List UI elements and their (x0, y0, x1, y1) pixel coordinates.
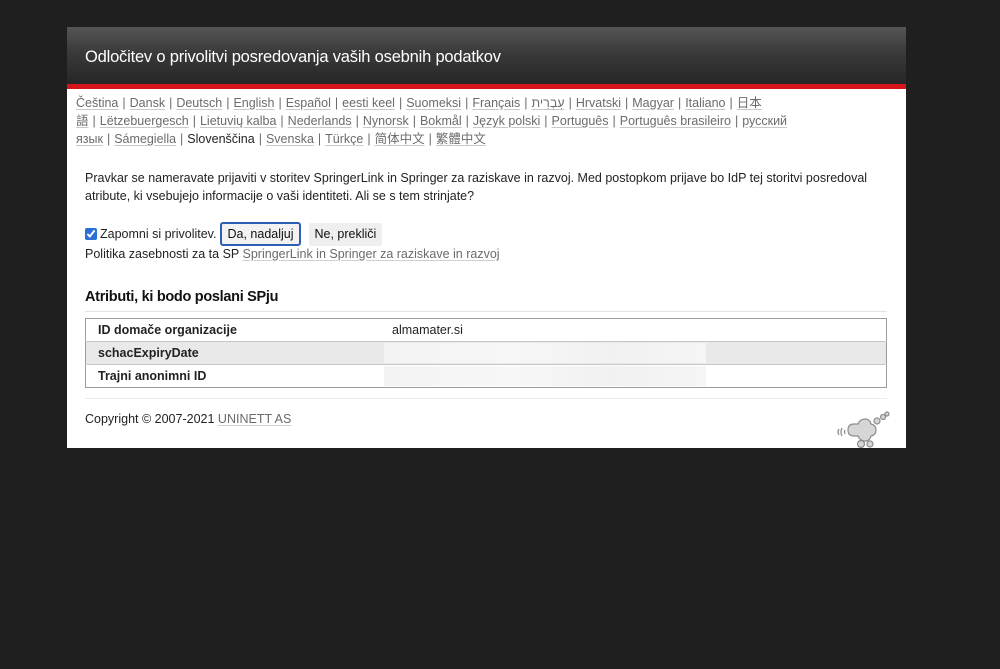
attribute-value (380, 365, 887, 388)
attribute-value (380, 342, 887, 365)
language-link: Slovenščina (187, 132, 255, 146)
language-separator: | (524, 96, 528, 110)
language-link[interactable]: 简体中文 (375, 132, 425, 146)
language-separator: | (428, 132, 432, 146)
language-separator: | (280, 114, 284, 128)
language-separator: | (106, 132, 111, 146)
attribute-name: schacExpiryDate (98, 346, 199, 360)
language-separator: | (92, 114, 96, 128)
language-separator: | (355, 114, 359, 128)
language-link[interactable]: Bokmål (420, 114, 462, 128)
consent-controls: Zapomni si privolitev. Da, nadaljuj Ne, … (85, 222, 383, 246)
attributes-table: ID domače organizacije almamater.si scha… (85, 318, 887, 388)
page-title: Odločitev o privolitvi posredovanja vaši… (85, 48, 501, 66)
language-link[interactable]: Nynorsk (363, 114, 409, 128)
language-separator: | (568, 96, 572, 110)
consent-card: Odločitev o privolitvi posredovanja vaši… (67, 27, 906, 449)
language-separator: | (465, 96, 469, 110)
language-separator: | (367, 132, 371, 146)
language-separator: | (612, 114, 616, 128)
simplesamlphp-logo-icon (837, 411, 890, 449)
intro-text: Pravkar se nameravate prijaviti v storit… (85, 171, 868, 203)
uninett-link[interactable]: UNINETT AS (218, 412, 291, 426)
language-separator: | (677, 96, 682, 110)
language-link[interactable]: Čeština (76, 96, 118, 110)
footer-divider (85, 398, 887, 399)
language-link[interactable]: Magyar (632, 96, 674, 110)
language-link[interactable]: Deutsch (176, 96, 222, 110)
language-link[interactable]: Suomeksi (406, 96, 461, 110)
language-separator: | (465, 114, 469, 128)
language-separator: | (122, 96, 126, 110)
privacy-policy-link[interactable]: SpringerLink in Springer za raziskave in… (243, 247, 500, 261)
footer: Copyright © 2007-2021 UNINETT AS (85, 412, 291, 426)
language-link[interactable]: Türkçe (325, 132, 363, 146)
attribute-name: Trajni anonimni ID (98, 369, 207, 383)
language-separator: | (169, 96, 173, 110)
language-separator: | (729, 96, 733, 110)
table-row: Trajni anonimni ID (86, 365, 887, 388)
redacted-value (384, 343, 706, 363)
remember-consent-checkbox[interactable] (85, 228, 97, 240)
language-link[interactable]: Português brasileiro (620, 114, 731, 128)
language-separator: | (544, 114, 548, 128)
language-separator: | (734, 114, 739, 128)
attribute-name: ID domače organizacije (98, 323, 237, 337)
language-link[interactable]: Italiano (685, 96, 725, 110)
privacy-policy-label: Politika zasebnosti za ta SP (85, 247, 240, 261)
language-link[interactable]: Lëtzebuergesch (100, 114, 189, 128)
language-link[interactable]: Lietuvių kalba (200, 114, 276, 128)
copyright-text: Copyright © 2007-2021 (85, 412, 215, 426)
language-link[interactable]: Español (286, 96, 331, 110)
language-link[interactable]: Nederlands (288, 114, 352, 128)
language-separator: | (180, 132, 184, 146)
language-link[interactable]: Język polski (473, 114, 540, 128)
language-link[interactable]: 繁體中文 (436, 132, 486, 146)
language-link[interactable]: eesti keel (342, 96, 395, 110)
language-link[interactable]: Hrvatski (576, 96, 621, 110)
language-separator: | (625, 96, 629, 110)
language-link[interactable]: Français (472, 96, 520, 110)
language-separator: | (278, 96, 282, 110)
language-link[interactable]: Svenska (266, 132, 314, 146)
table-row: ID domače organizacije almamater.si (85, 319, 887, 342)
page-header: Odločitev o privolitvi posredovanja vaši… (67, 27, 906, 89)
language-bar: Čeština | Dansk | Deutsch | English | Español | ee… (76, 94, 900, 148)
language-separator: | (192, 114, 196, 128)
language-separator: | (226, 96, 230, 110)
no-cancel-button[interactable]: Ne, prekliči (308, 222, 383, 246)
language-link[interactable]: Português (552, 114, 609, 128)
redacted-value (384, 366, 706, 386)
language-separator: | (334, 96, 339, 110)
attribute-value: almamater.si (392, 323, 463, 337)
attributes-heading: Atributi, ki bodo poslani SPju (85, 289, 887, 312)
language-link[interactable]: Dansk (130, 96, 165, 110)
language-separator: | (258, 132, 262, 146)
table-row: schacExpiryDate (85, 341, 887, 365)
language-separator: | (398, 96, 403, 110)
remember-consent-label[interactable]: Zapomni si privolitev. (100, 227, 216, 241)
language-link[interactable]: Sámegiella (114, 132, 176, 146)
language-separator: | (412, 114, 416, 128)
yes-continue-button[interactable]: Da, nadaljuj (220, 222, 301, 246)
language-link[interactable]: עִבְרִית (532, 96, 565, 110)
language-link[interactable]: English (233, 96, 274, 110)
language-separator: | (317, 132, 322, 146)
privacy-policy: Politika zasebnosti za ta SP SpringerLin… (85, 247, 500, 261)
